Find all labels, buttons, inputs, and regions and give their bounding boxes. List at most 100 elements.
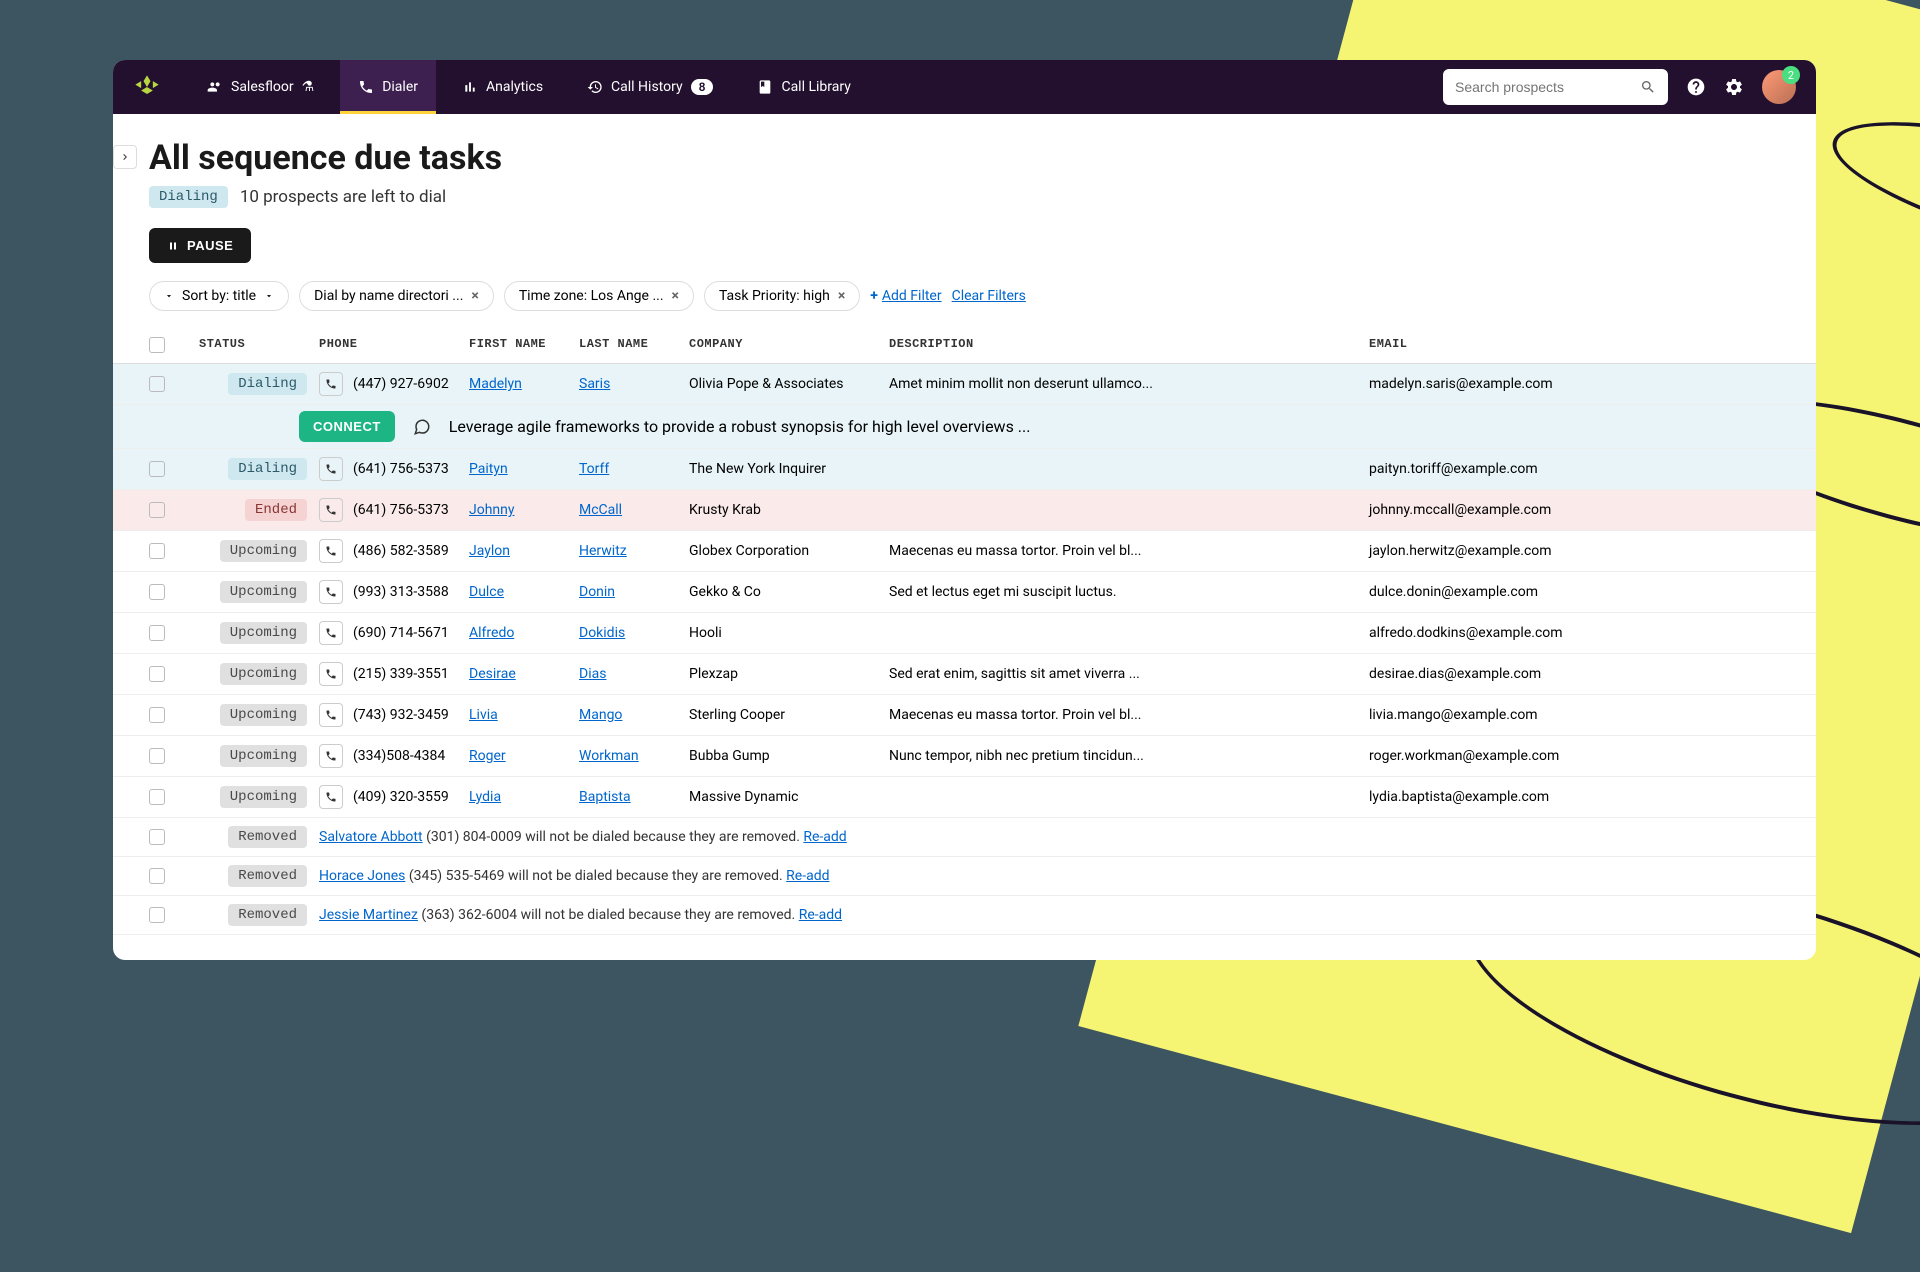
avatar-badge: 2 <box>1782 66 1800 84</box>
gear-icon[interactable] <box>1724 77 1744 97</box>
phone-action[interactable] <box>319 662 343 686</box>
first-name-link[interactable]: Desirae <box>469 666 516 682</box>
first-name-link[interactable]: Jaylon <box>469 543 510 559</box>
email-value: alfredo.dodkins@example.com <box>1369 625 1719 641</box>
status-badge: Upcoming <box>220 540 307 562</box>
last-name-link[interactable]: Saris <box>579 376 610 392</box>
pause-button[interactable]: PAUSE <box>149 228 251 263</box>
first-name-link[interactable]: Livia <box>469 707 498 723</box>
first-name-link[interactable]: Paityn <box>469 461 508 477</box>
phone-value: (690) 714-5671 <box>353 625 449 641</box>
row-checkbox[interactable] <box>149 543 165 559</box>
first-name-link[interactable]: Dulce <box>469 584 504 600</box>
phone-icon <box>325 504 337 516</box>
clear-filters-button[interactable]: Clear Filters <box>952 288 1026 304</box>
sort-chip[interactable]: Sort by: title <box>149 281 289 311</box>
col-description: DESCRIPTION <box>889 337 1369 353</box>
row-checkbox[interactable] <box>149 376 165 392</box>
last-name-link[interactable]: Workman <box>579 748 639 764</box>
avatar[interactable]: 2 <box>1762 70 1796 104</box>
search-box[interactable] <box>1443 69 1668 105</box>
row-checkbox[interactable] <box>149 829 165 845</box>
re-add-link[interactable]: Re-add <box>803 829 846 845</box>
row-checkbox[interactable] <box>149 584 165 600</box>
nav-analytics-label: Analytics <box>486 79 543 95</box>
close-icon[interactable]: × <box>672 288 679 304</box>
phone-action[interactable] <box>319 744 343 768</box>
close-icon[interactable]: × <box>471 288 478 304</box>
email-value: johnny.mccall@example.com <box>1369 502 1719 518</box>
row-checkbox[interactable] <box>149 868 165 884</box>
description-value: Sed erat enim, sagittis sit amet viverra… <box>889 666 1369 682</box>
nav-dialer[interactable]: Dialer <box>340 60 436 114</box>
filter-priority[interactable]: Task Priority: high × <box>704 281 860 311</box>
last-name-link[interactable]: Herwitz <box>579 543 627 559</box>
sidebar-toggle[interactable] <box>113 145 137 169</box>
company-value: The New York Inquirer <box>689 461 889 477</box>
phone-action[interactable] <box>319 457 343 481</box>
nav-call-library-label: Call Library <box>781 79 850 95</box>
removed-name-link[interactable]: Salvatore Abbott <box>319 829 423 845</box>
last-name-link[interactable]: Dokidis <box>579 625 625 641</box>
first-name-link[interactable]: Johnny <box>469 502 515 518</box>
re-add-link[interactable]: Re-add <box>799 907 842 923</box>
help-icon[interactable] <box>1686 77 1706 97</box>
connect-button[interactable]: CONNECT <box>299 411 395 442</box>
search-input[interactable] <box>1455 79 1640 95</box>
nav-salesfloor[interactable]: Salesfloor ⚗ <box>189 60 332 114</box>
filter-dial-by[interactable]: Dial by name directori ... × <box>299 281 494 311</box>
row-checkbox[interactable] <box>149 789 165 805</box>
phone-action[interactable] <box>319 785 343 809</box>
phone-action[interactable] <box>319 703 343 727</box>
chevron-down-icon <box>264 291 274 301</box>
last-name-link[interactable]: Baptista <box>579 789 631 805</box>
company-value: Olivia Pope & Associates <box>689 376 889 392</box>
add-filter-label: Add Filter <box>882 288 942 304</box>
nav-call-history[interactable]: Call History 8 <box>569 60 731 114</box>
add-filter-button[interactable]: + Add Filter <box>870 288 941 304</box>
row-checkbox[interactable] <box>149 748 165 764</box>
select-all-checkbox[interactable] <box>149 337 165 353</box>
row-checkbox[interactable] <box>149 666 165 682</box>
first-name-link[interactable]: Lydia <box>469 789 501 805</box>
first-name-link[interactable]: Roger <box>469 748 506 764</box>
close-icon[interactable]: × <box>838 288 845 304</box>
row-checkbox[interactable] <box>149 461 165 477</box>
status-badge: Dialing <box>149 186 228 208</box>
row-checkbox[interactable] <box>149 502 165 518</box>
phone-action[interactable] <box>319 372 343 396</box>
phone-action[interactable] <box>319 621 343 645</box>
removed-row: RemovedJessie Martinez (363) 362-6004 wi… <box>113 896 1816 935</box>
status-badge: Removed <box>228 865 307 887</box>
company-value: Hooli <box>689 625 889 641</box>
nav-dialer-label: Dialer <box>382 79 418 95</box>
removed-text: (363) 362-6004 will not be dialed becaus… <box>421 907 795 923</box>
last-name-link[interactable]: McCall <box>579 502 622 518</box>
first-name-link[interactable]: Alfredo <box>469 625 514 641</box>
row-checkbox[interactable] <box>149 907 165 923</box>
phone-value: (993) 313-3588 <box>353 584 449 600</box>
row-checkbox[interactable] <box>149 625 165 641</box>
row-checkbox[interactable] <box>149 707 165 723</box>
last-name-link[interactable]: Torff <box>579 461 609 477</box>
description-value: Sed et lectus eget mi suscipit luctus. <box>889 584 1369 600</box>
removed-name-link[interactable]: Horace Jones <box>319 868 405 884</box>
navbar: Salesfloor ⚗ Dialer Analytics Call Histo… <box>113 60 1816 114</box>
first-name-link[interactable]: Madelyn <box>469 376 522 392</box>
removed-name-link[interactable]: Jessie Martinez <box>319 907 418 923</box>
phone-action[interactable] <box>319 580 343 604</box>
description-value: Nunc tempor, nibh nec pretium tincidun..… <box>889 748 1369 764</box>
connect-row: CONNECTLeverage agile frameworks to prov… <box>113 405 1816 449</box>
last-name-link[interactable]: Mango <box>579 707 622 723</box>
re-add-link[interactable]: Re-add <box>786 868 829 884</box>
last-name-link[interactable]: Dias <box>579 666 606 682</box>
nav-analytics[interactable]: Analytics <box>444 60 561 114</box>
nav-call-library[interactable]: Call Library <box>739 60 868 114</box>
last-name-link[interactable]: Donin <box>579 584 615 600</box>
phone-action[interactable] <box>319 539 343 563</box>
table-row: Dialing(641) 756-5373PaitynTorffThe New … <box>113 449 1816 490</box>
phone-icon <box>325 586 337 598</box>
email-value: paityn.toriff@example.com <box>1369 461 1719 477</box>
phone-action[interactable] <box>319 498 343 522</box>
filter-timezone[interactable]: Time zone: Los Ange ... × <box>504 281 694 311</box>
